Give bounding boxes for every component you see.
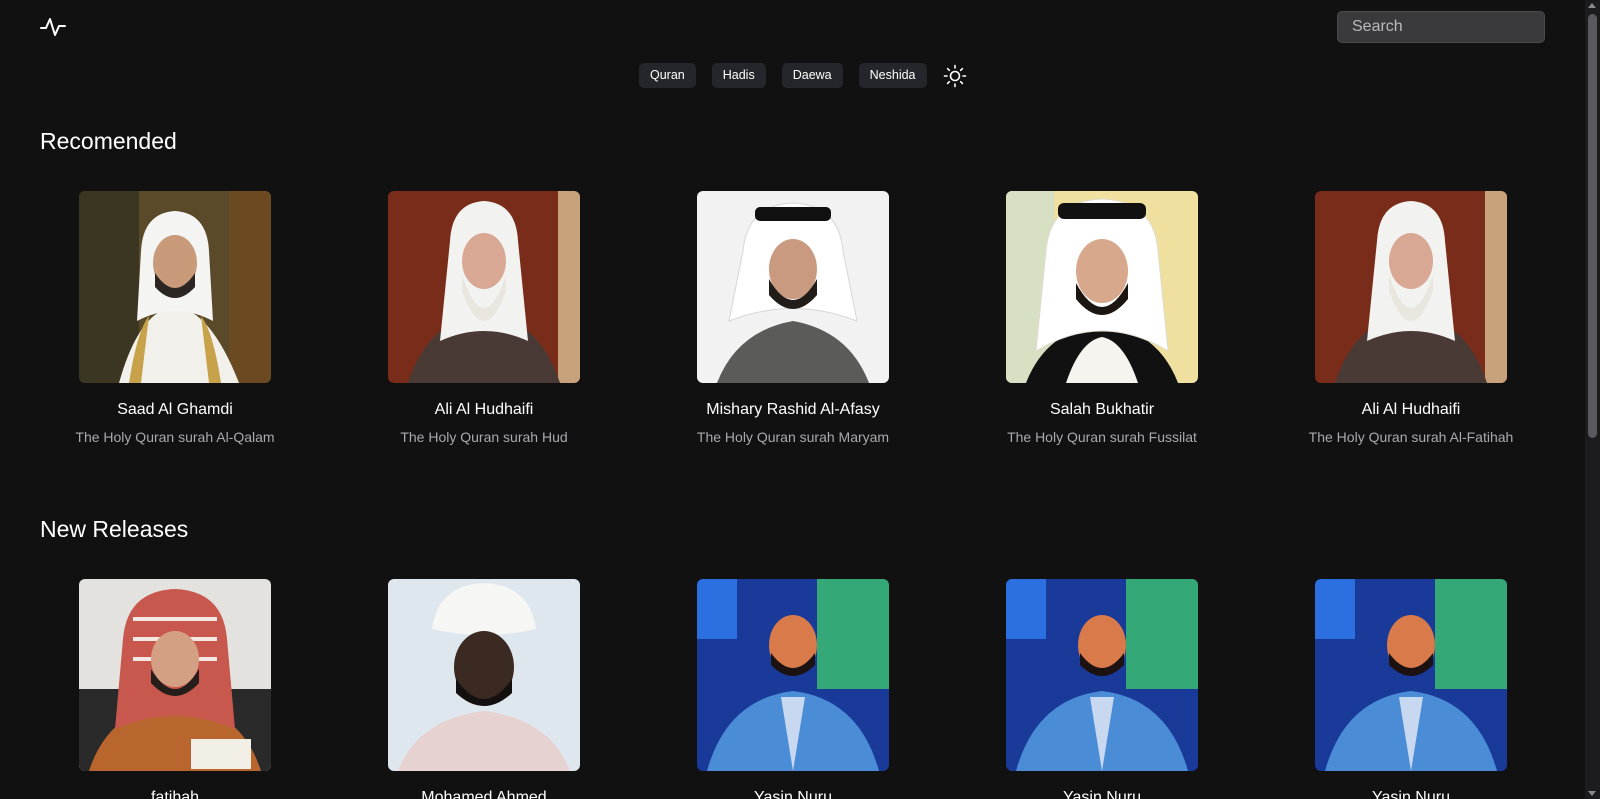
card-title: Ali Al Hudhaifi	[1361, 401, 1461, 418]
reciter-photo	[79, 579, 271, 771]
card-subtitle: The Holy Quran surah Al-Fatihah	[1308, 429, 1514, 445]
page: Quran Hadis Daewa Neshida Recomended	[0, 0, 1600, 799]
scroll-up-arrow-icon[interactable]	[1588, 3, 1596, 8]
reciter-photo	[1006, 191, 1198, 383]
nav-daewa-button[interactable]: Daewa	[781, 63, 843, 88]
reciter-photo	[1315, 191, 1507, 383]
recommended-card[interactable]: Mishary Rashid Al-Afasy The Holy Quran s…	[638, 191, 948, 445]
card-subtitle: The Holy Quran surah Fussilat	[1007, 429, 1197, 445]
nav-quran-button[interactable]: Quran	[639, 63, 696, 88]
card-title: Mohamed Ahmed	[421, 789, 547, 799]
card-title: Yasin Nuru	[1063, 789, 1141, 799]
recommended-card[interactable]: Saad Al Ghamdi The Holy Quran surah Al-Q…	[20, 191, 330, 445]
reciter-photo	[1006, 579, 1198, 771]
card-title: fatihah	[150, 789, 200, 799]
search-input[interactable]	[1337, 11, 1545, 43]
activity-logo-icon[interactable]	[40, 16, 66, 38]
sun-theme-toggle-icon[interactable]	[943, 64, 967, 88]
card-subtitle: The Holy Quran surah Maryam	[696, 429, 890, 445]
card-title: Mishary Rashid Al-Afasy	[706, 401, 880, 418]
category-nav: Quran Hadis Daewa Neshida	[639, 63, 967, 88]
card-title: Salah Bukhatir	[1049, 401, 1155, 418]
new-releases-section-title: New Releases	[40, 516, 189, 542]
card-subtitle: The Holy Quran surah Hud	[400, 429, 568, 445]
new-release-card[interactable]: Mohamed Ahmed	[329, 579, 639, 799]
recommended-card[interactable]: Ali Al Hudhaifi The Holy Quran surah Al-…	[1256, 191, 1566, 445]
reciter-photo	[697, 191, 889, 383]
nav-neshida-button[interactable]: Neshida	[858, 63, 927, 88]
card-title: Yasin Nuru	[754, 789, 832, 799]
reciter-photo	[388, 191, 580, 383]
card-subtitle: The Holy Quran surah Al-Qalam	[75, 429, 275, 445]
card-title: Yasin Nuru	[1372, 789, 1450, 799]
recommended-section-title: Recomended	[40, 128, 177, 154]
card-title: Saad Al Ghamdi	[117, 401, 233, 418]
scrollbar-thumb[interactable]	[1588, 14, 1597, 438]
new-release-card[interactable]: Yasin Nuru	[947, 579, 1257, 799]
recommended-card[interactable]: Salah Bukhatir The Holy Quran surah Fuss…	[947, 191, 1257, 445]
recommended-card[interactable]: Ali Al Hudhaifi The Holy Quran surah Hud	[329, 191, 639, 445]
new-release-card[interactable]: Yasin Nuru	[1256, 579, 1566, 799]
new-release-card[interactable]: fatihah	[20, 579, 330, 799]
reciter-photo	[388, 579, 580, 771]
card-title: Ali Al Hudhaifi	[434, 401, 534, 418]
reciter-photo	[1315, 579, 1507, 771]
page-scrollbar[interactable]	[1585, 0, 1600, 799]
reciter-photo	[79, 191, 271, 383]
nav-hadis-button[interactable]: Hadis	[711, 63, 766, 88]
scroll-down-arrow-icon[interactable]	[1588, 791, 1596, 796]
reciter-photo	[697, 579, 889, 771]
new-release-card[interactable]: Yasin Nuru	[638, 579, 948, 799]
